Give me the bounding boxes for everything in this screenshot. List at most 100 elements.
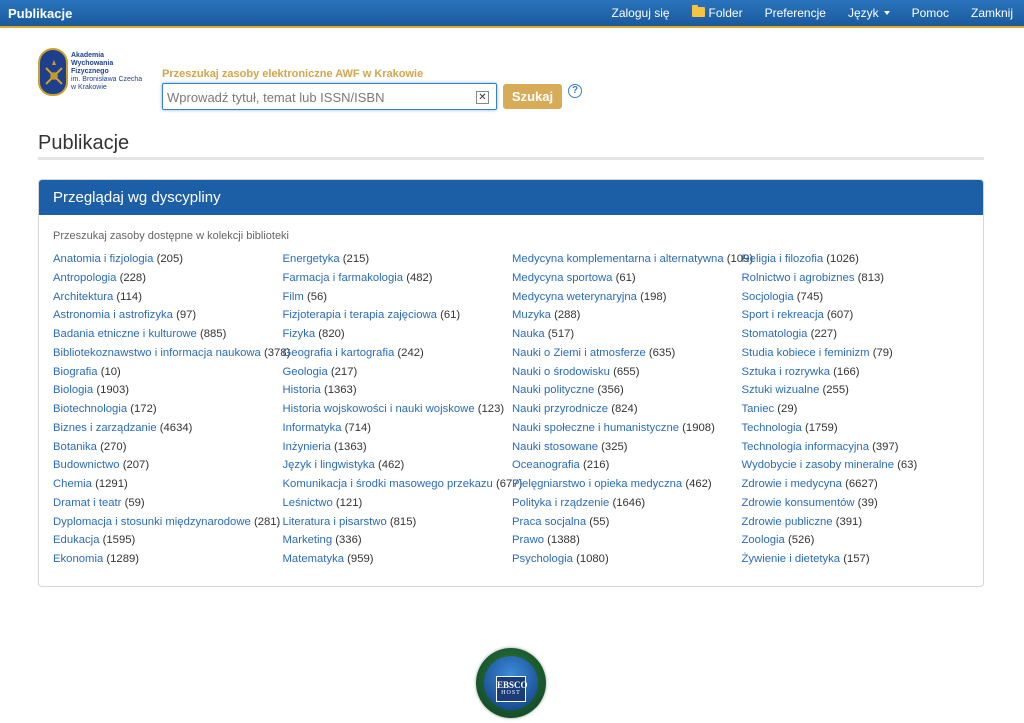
discipline-name: Botanika [53,440,97,453]
discipline-link[interactable]: Praca socjalna (55) [512,513,742,532]
discipline-count: (4634) [159,421,193,434]
discipline-link[interactable]: Chemia (1291) [53,475,283,494]
discipline-name: Inżynieria [282,440,331,453]
discipline-name: Nauki społeczne i humanistyczne [512,421,680,434]
discipline-link[interactable]: Taniec (29) [742,400,972,419]
discipline-link[interactable]: Psychologia (1080) [512,550,742,569]
discipline-link[interactable]: Polityka i rządzenie (1646) [512,494,742,513]
discipline-link[interactable]: Zdrowie publiczne (391) [742,513,972,532]
discipline-link[interactable]: Nauki o Ziemi i atmosferze (635) [512,344,742,363]
clear-search-icon[interactable]: ✕ [476,91,489,104]
discipline-link[interactable]: Anatomia i fizjologia (205) [53,250,283,269]
discipline-link[interactable]: Nauki społeczne i humanistyczne (1908) [512,419,742,438]
discipline-link[interactable]: Inżynieria (1363) [283,438,513,457]
help-icon[interactable]: ? [568,84,582,98]
discipline-link[interactable]: Bibliotekoznawstwo i informacja naukowa … [53,344,290,363]
discipline-count: (325) [601,440,628,453]
login-link[interactable]: Zaloguj się [601,6,681,20]
discipline-link[interactable]: Rolnictwo i agrobiznes (813) [742,269,972,288]
discipline-link[interactable]: Komunikacja i środki masowego przekazu (… [283,475,523,494]
discipline-link[interactable]: Dyplomacja i stosunki międzynarodowe (28… [53,513,283,532]
discipline-link[interactable]: Fizjoterapia i terapia zajęciowa (61) [283,306,513,325]
discipline-link[interactable]: Medycyna weterynaryjna (198) [512,288,742,307]
discipline-link[interactable]: Nauki polityczne (356) [512,381,742,400]
discipline-link[interactable]: Język i lingwistyka (462) [283,456,513,475]
close-link[interactable]: Zamknij [960,6,1024,20]
discipline-link[interactable]: Ekonomia (1289) [53,550,283,569]
discipline-link[interactable]: Geografia i kartografia (242) [283,344,513,363]
discipline-link[interactable]: Budownictwo (207) [53,456,283,475]
discipline-link[interactable]: Zdrowie i medycyna (6627) [742,475,972,494]
discipline-link[interactable]: Nauki stosowane (325) [512,438,742,457]
discipline-link[interactable]: Nauki o środowisku (655) [512,363,742,382]
discipline-link[interactable]: Literatura i pisarstwo (815) [283,513,513,532]
discipline-link[interactable]: Zoologia (526) [742,531,972,550]
search-button[interactable]: Szukaj [503,84,562,109]
discipline-count: (1908) [682,421,715,434]
discipline-count: (1363) [334,440,367,453]
discipline-link[interactable]: Nauka (517) [512,325,742,344]
discipline-link[interactable]: Marketing (336) [283,531,513,550]
discipline-link[interactable]: Dramat i teatr (59) [53,494,283,513]
discipline-name: Historia [282,384,321,397]
discipline-name: Nauki o środowisku [512,365,610,378]
discipline-link[interactable]: Informatyka (714) [283,419,513,438]
discipline-link[interactable]: Botanika (270) [53,438,283,457]
discipline-count: (607) [826,309,854,322]
discipline-link[interactable]: Technologia (1759) [742,419,972,438]
caret-down-icon [883,11,890,15]
discipline-link[interactable]: Geologia (217) [283,363,513,382]
university-logo[interactable]: Akademia Wychowania Fizycznego im. Broni… [38,48,158,98]
discipline-link[interactable]: Religia i filozofia (1026) [742,250,972,269]
discipline-link[interactable]: Muzyka (288) [512,306,742,325]
discipline-link[interactable]: Matematyka (959) [283,550,513,569]
discipline-name: Studia kobiece i feminizm [741,346,870,359]
discipline-link[interactable]: Antropologia (228) [53,269,283,288]
discipline-link[interactable]: Medycyna sportowa (61) [512,269,742,288]
discipline-name: Dyplomacja i stosunki międzynarodowe [53,515,251,528]
discipline-link[interactable]: Historia wojskowości i nauki wojskowe (1… [283,400,513,419]
discipline-link[interactable]: Biografia (10) [53,363,283,382]
discipline-link[interactable]: Historia (1363) [283,381,513,400]
discipline-link[interactable]: Medycyna komplementarna i alternatywna (… [512,250,753,269]
discipline-link[interactable]: Architektura (114) [53,288,283,307]
discipline-name: Nauki o Ziemi i atmosferze [512,346,646,359]
discipline-link[interactable]: Pielęgniarstwo i opieka medyczna (462) [512,475,742,494]
discipline-link[interactable]: Oceanografia (216) [512,456,742,475]
discipline-link[interactable]: Studia kobiece i feminizm (79) [742,344,972,363]
discipline-link[interactable]: Biologia (1903) [53,381,283,400]
discipline-link[interactable]: Zdrowie konsumentów (39) [742,494,972,513]
discipline-link[interactable]: Badania etniczne i kulturowe (885) [53,325,283,344]
help-link[interactable]: Pomoc [901,6,960,20]
discipline-link[interactable]: Farmacja i farmakologia (482) [283,269,513,288]
search-input[interactable] [167,87,467,107]
discipline-link[interactable]: Biznes i zarządzanie (4634) [53,419,283,438]
logo-line: Akademia [71,52,105,59]
discipline-link[interactable]: Leśnictwo (121) [283,494,513,513]
discipline-link[interactable]: Energetyka (215) [283,250,513,269]
language-menu[interactable]: Język [837,6,901,20]
discipline-link[interactable]: Biotechnologia (172) [53,400,283,419]
discipline-link[interactable]: Fizyka (820) [283,325,513,344]
discipline-link[interactable]: Astronomia i astrofizyka (97) [53,306,283,325]
preferences-link[interactable]: Preferencje [754,6,837,20]
discipline-link[interactable]: Sztuka i rozrywka (166) [742,363,972,382]
discipline-link[interactable]: Sztuki wizualne (255) [742,381,972,400]
discipline-count: (1026) [826,253,859,265]
discipline-link[interactable]: Stomatologia (227) [742,325,972,344]
folder-link[interactable]: Folder [681,5,754,20]
ebsco-host-logo[interactable]: EBSCO HOST [476,648,546,718]
discipline-name: Astronomia i astrofizyka [53,309,173,322]
discipline-link[interactable]: Socjologia (745) [742,288,972,307]
discipline-link[interactable]: Sport i rekreacja (607) [742,306,972,325]
discipline-link[interactable]: Nauki przyrodnicze (824) [512,400,742,419]
discipline-link[interactable]: Film (56) [283,288,513,307]
discipline-count: (714) [344,421,372,434]
discipline-link[interactable]: Technologia informacyjna (397) [742,438,972,457]
discipline-link[interactable]: Wydobycie i zasoby mineralne (63) [742,456,972,475]
discipline-link[interactable]: Edukacja (1595) [53,531,283,550]
discipline-count: (745) [796,290,824,303]
page-title: Publikacje [38,132,130,154]
discipline-link[interactable]: Żywienie i dietetyka (157) [742,550,972,569]
discipline-link[interactable]: Prawo (1388) [512,531,742,550]
